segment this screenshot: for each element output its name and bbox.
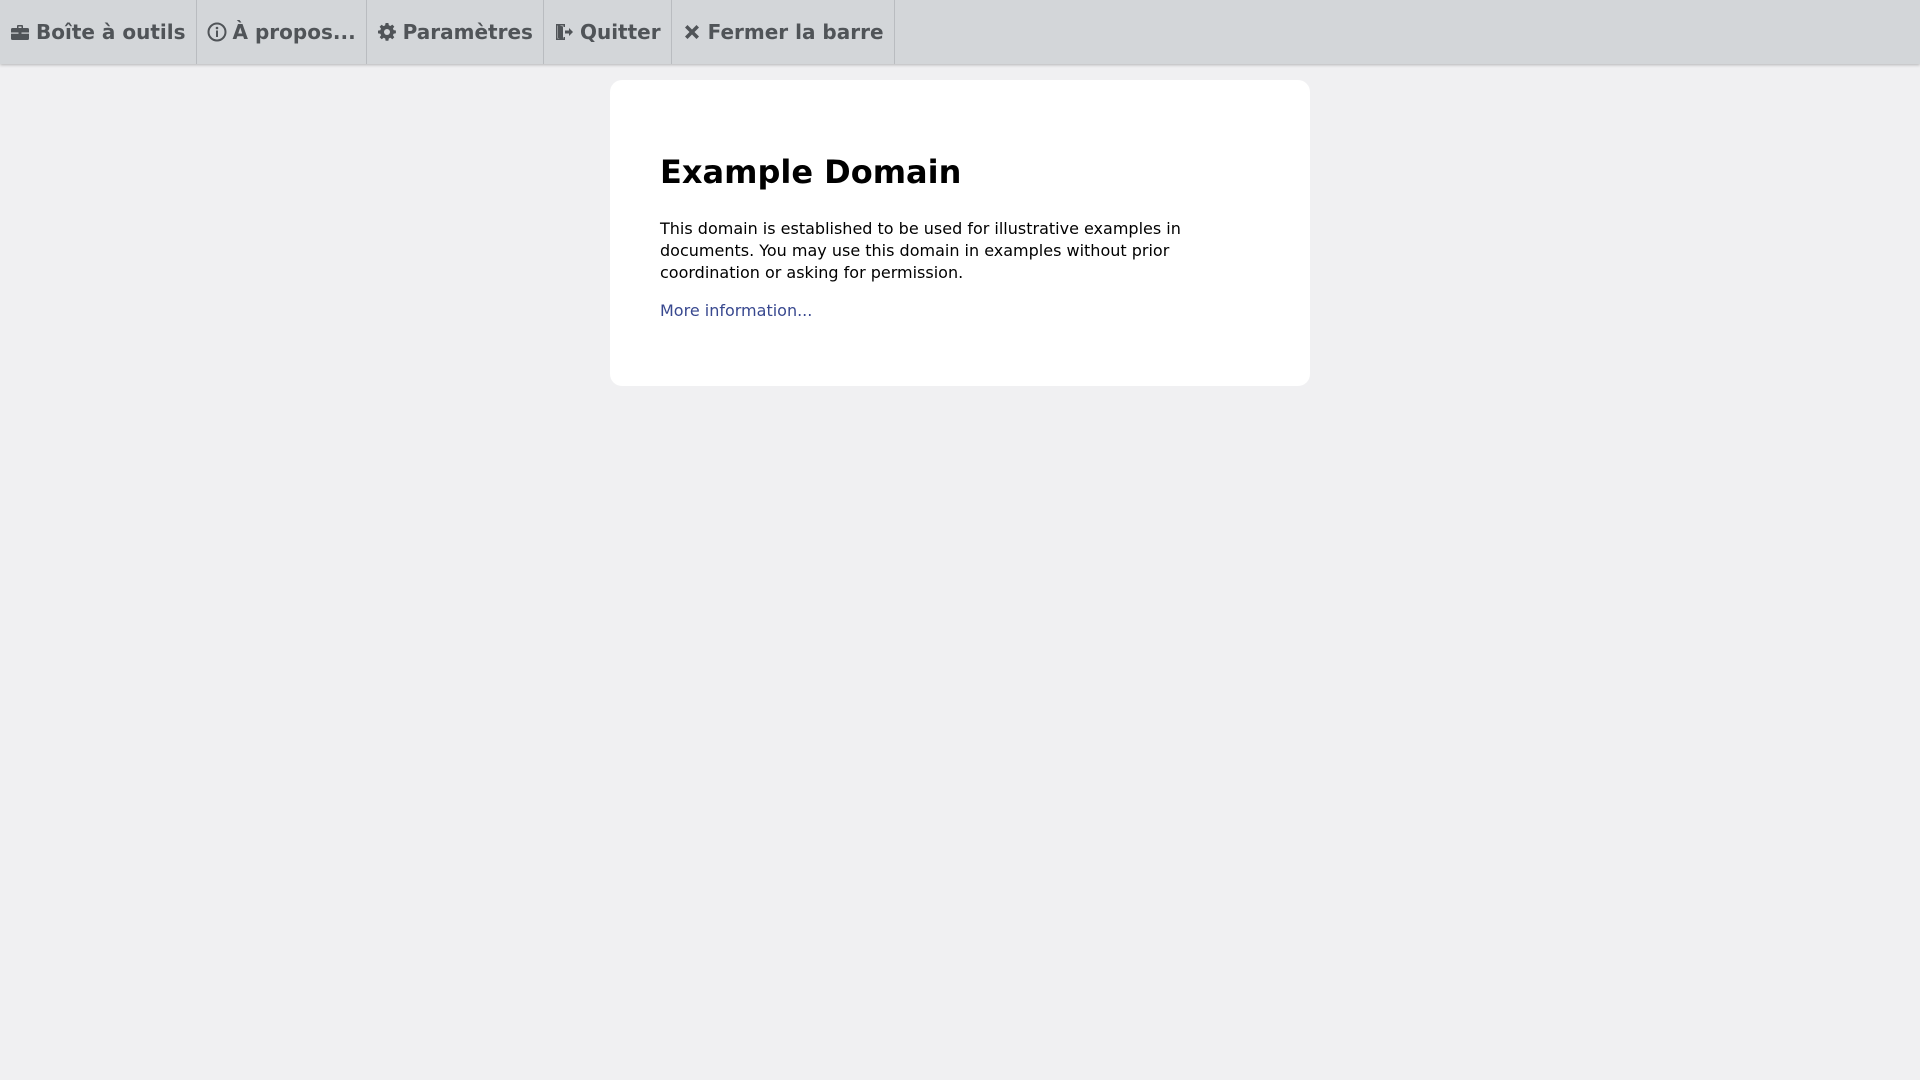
gear-icon [377, 22, 397, 42]
content-card: Example Domain This domain is establishe… [610, 80, 1310, 386]
toolbox-icon [10, 22, 30, 42]
close-x-icon [682, 22, 702, 42]
quit-label: Quitter [579, 20, 661, 44]
quit-button[interactable]: Quitter [544, 0, 672, 64]
close-bar-label: Fermer la barre [707, 20, 884, 44]
settings-button[interactable]: Paramètres [367, 0, 544, 64]
info-circle-icon [207, 22, 227, 42]
link-paragraph: More information... [660, 300, 1260, 322]
about-button[interactable]: À propos... [197, 0, 367, 64]
top-toolbar: Boîte à outils À propos... Paramètres Qu… [0, 0, 1920, 64]
description-paragraph: This domain is established to be used fo… [660, 218, 1181, 282]
close-bar-button[interactable]: Fermer la barre [672, 0, 895, 64]
settings-label: Paramètres [402, 20, 533, 44]
exit-door-icon [554, 22, 574, 42]
more-information-link[interactable]: More information... [660, 301, 812, 320]
toolbox-label: Boîte à outils [36, 20, 186, 44]
page-title: Example Domain [660, 153, 962, 191]
toolbox-button[interactable]: Boîte à outils [0, 0, 197, 64]
about-label: À propos... [232, 20, 356, 44]
